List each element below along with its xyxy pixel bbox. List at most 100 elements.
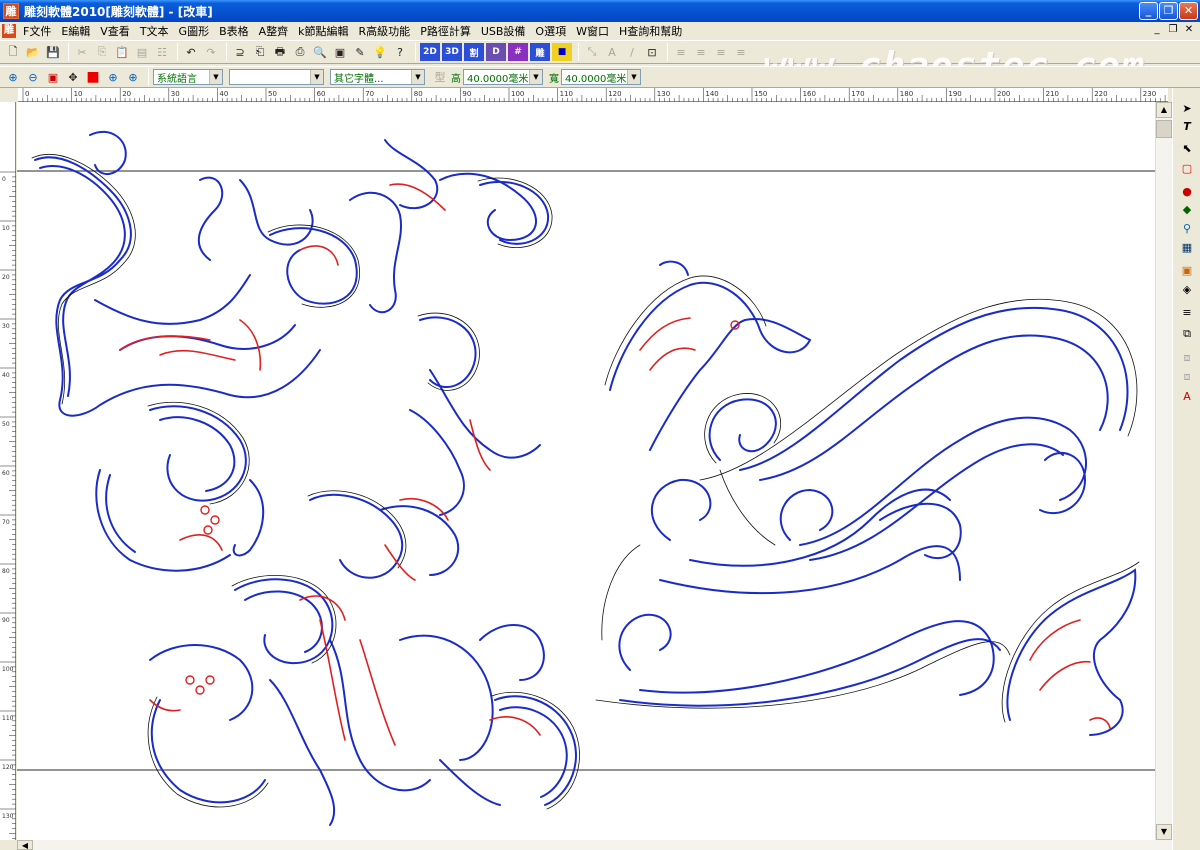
- zoom-all-icon[interactable]: ⊕: [124, 68, 142, 86]
- text-path-icon[interactable]: A: [1178, 388, 1196, 404]
- language-select[interactable]: 系統語言 ▼: [153, 69, 223, 85]
- maximize-button[interactable]: ❐: [1159, 2, 1178, 20]
- text-icon[interactable]: T: [1178, 118, 1196, 134]
- scroll-down-icon[interactable]: ▼: [1156, 824, 1172, 840]
- align-c-icon[interactable]: /: [623, 43, 641, 61]
- menu-help[interactable]: H查詢和幫助: [614, 23, 687, 39]
- grid-mode-button[interactable]: #: [508, 43, 528, 61]
- palette-icon[interactable]: ▣: [1178, 262, 1196, 278]
- cut-mode-button[interactable]: 割: [464, 43, 484, 61]
- width-input[interactable]: 40.0000毫米 ▼: [561, 69, 641, 85]
- menu-usb[interactable]: USB設備: [476, 23, 531, 39]
- bulb-icon[interactable]: 💡: [371, 43, 389, 61]
- split-icon[interactable]: ⧈: [1178, 369, 1196, 385]
- horizontal-ruler[interactable]: 0 10 20 30 40 50 60 70 80 90 100 110 120 130 140 150 160…: [18, 88, 1200, 102]
- minimize-button[interactable]: _: [1139, 2, 1158, 20]
- menu-view[interactable]: V查看: [95, 23, 135, 39]
- fill-bucket-icon[interactable]: ◈: [1178, 281, 1196, 297]
- align-icon[interactable]: ≡: [1178, 304, 1196, 320]
- align-d-icon[interactable]: ⊡: [643, 43, 661, 61]
- title-bar[interactable]: 雕 雕刻軟體2010[雕刻軟體] - [改車] _ ❐ ✕: [0, 0, 1200, 22]
- paste-special-icon[interactable]: ▤: [133, 43, 151, 61]
- search-icon[interactable]: ⚲: [1178, 220, 1196, 236]
- open-icon[interactable]: 📂: [24, 43, 42, 61]
- shape-icon[interactable]: ◆: [1178, 201, 1196, 217]
- menu-window[interactable]: W窗口: [571, 23, 614, 39]
- help-icon[interactable]: ?: [391, 43, 409, 61]
- separator: [68, 43, 69, 61]
- text-justify-icon[interactable]: ≡: [732, 43, 750, 61]
- paste-icon[interactable]: 📋: [113, 43, 131, 61]
- mode-3d-button[interactable]: 3D: [442, 43, 462, 61]
- text-align-right-icon[interactable]: ≡: [712, 43, 730, 61]
- menu-graphics[interactable]: G圖形: [174, 23, 215, 39]
- height-input[interactable]: 40.0000毫米 ▼: [463, 69, 543, 85]
- table-icon[interactable]: ▦: [1178, 239, 1196, 255]
- zoom-in-icon[interactable]: ⊕: [4, 68, 22, 86]
- layer-icon[interactable]: ⧉: [1178, 326, 1196, 342]
- menu-advanced[interactable]: R高級功能: [354, 23, 416, 39]
- document-icon[interactable]: 雕: [2, 24, 16, 38]
- drawing-canvas[interactable]: [17, 102, 1155, 840]
- vertical-scrollbar[interactable]: ▲ ▼: [1155, 102, 1172, 840]
- scroll-wave-panel[interactable]: [595, 298, 1138, 709]
- close-button[interactable]: ✕: [1179, 2, 1198, 20]
- frame-icon[interactable]: ▣: [331, 43, 349, 61]
- mode-2d-button[interactable]: 2D: [420, 43, 440, 61]
- doc-restore-button[interactable]: ❐: [1166, 24, 1180, 37]
- rectangle-icon[interactable]: ▢: [1178, 160, 1196, 176]
- menu-file[interactable]: F文件: [18, 23, 56, 39]
- horizontal-scrollbar[interactable]: ◀: [17, 840, 1172, 850]
- menu-text[interactable]: T文本: [135, 23, 174, 39]
- color-mode-button[interactable]: ■: [552, 43, 572, 61]
- menu-arrange[interactable]: A整齊: [254, 23, 294, 39]
- print-icon[interactable]: 🖶: [271, 43, 289, 61]
- scroll-thumb[interactable]: [1156, 120, 1172, 138]
- app-logo-icon[interactable]: 雕: [3, 3, 19, 19]
- copy-icon[interactable]: ⎘: [93, 43, 111, 61]
- preview-icon[interactable]: 🔍: [311, 43, 329, 61]
- zoom-out-icon[interactable]: ⊖: [24, 68, 42, 86]
- undo-icon[interactable]: ↶: [182, 43, 200, 61]
- fill-icon[interactable]: ■: [84, 68, 102, 86]
- node-edit-icon[interactable]: ⬉: [1178, 140, 1196, 156]
- vertical-ruler[interactable]: 0 10 20 30 40 50 60 70 80 90 100 110 120 130: [0, 102, 16, 840]
- align-b-icon[interactable]: A: [603, 43, 621, 61]
- doc-close-button[interactable]: ✕: [1182, 24, 1196, 37]
- save-icon[interactable]: 💾: [44, 43, 62, 61]
- align-a-icon[interactable]: ⤡: [583, 43, 601, 61]
- design-artwork[interactable]: [17, 102, 1155, 840]
- other-font-select[interactable]: 其它字體... ▼: [330, 69, 425, 85]
- import-icon[interactable]: ⊇: [231, 43, 249, 61]
- print-setup-icon[interactable]: ⎙: [291, 43, 309, 61]
- shape-button[interactable]: 型: [431, 68, 449, 86]
- export-icon[interactable]: ⎗: [251, 43, 269, 61]
- menu-node-edit[interactable]: k節點編輯: [293, 23, 353, 39]
- menu-path-calc[interactable]: P路徑計算: [415, 23, 476, 39]
- zoom-page-icon[interactable]: ⊕: [104, 68, 122, 86]
- format-icon[interactable]: ☷: [153, 43, 171, 61]
- merge-icon[interactable]: ⧈: [1178, 350, 1196, 366]
- new-icon[interactable]: 🗋: [4, 43, 22, 61]
- text-align-left-icon[interactable]: ≡: [672, 43, 690, 61]
- menu-edit[interactable]: E編輯: [56, 23, 95, 39]
- text-align-center-icon[interactable]: ≡: [692, 43, 710, 61]
- zoom-fit-icon[interactable]: ▣: [44, 68, 62, 86]
- scroll-up-icon[interactable]: ▲: [1156, 102, 1172, 118]
- doc-minimize-button[interactable]: _: [1150, 24, 1164, 37]
- color-icon[interactable]: ●: [1178, 183, 1196, 199]
- brush-icon[interactable]: ✎: [351, 43, 369, 61]
- leaf-ornament-top[interactable]: [604, 260, 812, 451]
- menu-table[interactable]: B表格: [214, 23, 254, 39]
- select-icon[interactable]: ➤: [1178, 100, 1196, 116]
- d-mode-button[interactable]: D: [486, 43, 506, 61]
- engrave-button[interactable]: 雕: [530, 43, 550, 61]
- cut-icon[interactable]: ✂: [73, 43, 91, 61]
- menu-options[interactable]: O選項: [530, 23, 571, 39]
- floral-ornament[interactable]: [31, 130, 580, 826]
- leaf-ornament-bottom[interactable]: [1001, 561, 1140, 736]
- redo-icon[interactable]: ↷: [202, 43, 220, 61]
- scroll-left-icon[interactable]: ◀: [17, 840, 33, 850]
- pan-icon[interactable]: ✥: [64, 68, 82, 86]
- font-select[interactable]: ▼: [229, 69, 324, 85]
